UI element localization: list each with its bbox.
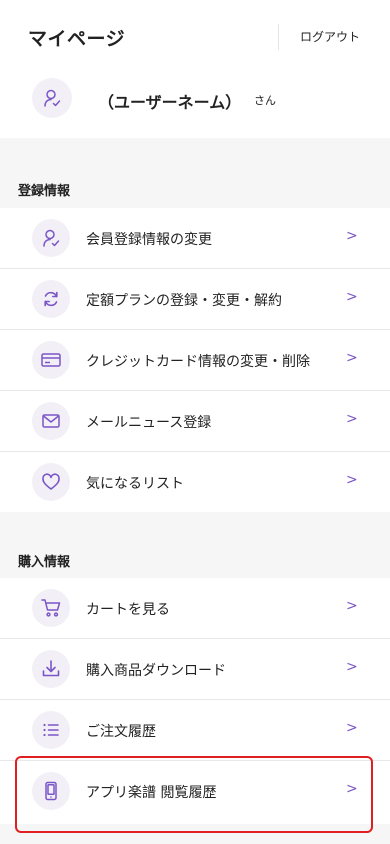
menu-item-credit-card[interactable]: クレジットカード情報の変更・削除 > — [0, 330, 390, 391]
chevron-right-icon: > — [346, 411, 358, 427]
header-divider — [278, 24, 279, 50]
heart-icon — [32, 463, 70, 501]
menu-item-label: 気になるリスト — [86, 476, 184, 492]
avatar — [32, 78, 72, 118]
credit-card-icon — [32, 341, 70, 379]
cart-icon — [32, 589, 70, 627]
user-name-suffix: さん — [254, 94, 276, 107]
chevron-right-icon: > — [346, 472, 358, 488]
menu-item-label: カートを見る — [86, 602, 170, 618]
menu-item-label: クレジットカード情報の変更・削除 — [86, 354, 310, 370]
section-title-registration: 登録情報 — [18, 184, 71, 199]
menu-item-label: 定額プランの登録・変更・解約 — [86, 293, 282, 309]
menu-item-member-info[interactable]: 会員登録情報の変更 > — [0, 208, 390, 269]
chevron-right-icon: > — [346, 659, 358, 675]
chevron-right-icon: > — [346, 350, 358, 366]
menu-item-label: ご注文履歴 — [86, 724, 156, 740]
page-title: マイページ — [28, 28, 126, 50]
chevron-right-icon: > — [346, 598, 358, 614]
section-title-purchase: 購入情報 — [18, 555, 71, 570]
header: マイページ ログアウト （ユーザーネーム） さん — [0, 0, 390, 138]
menu-item-label: 購入商品ダウンロード — [86, 663, 226, 679]
chevron-right-icon: > — [346, 720, 358, 736]
registration-list: 会員登録情報の変更 > 定額プランの登録・変更・解約 > クレジットカード情報の… — [0, 208, 390, 512]
download-icon — [32, 650, 70, 688]
menu-item-mail-news[interactable]: メールニュース登録 > — [0, 391, 390, 452]
user-icon — [32, 219, 70, 257]
menu-item-download[interactable]: 購入商品ダウンロード > — [0, 639, 390, 700]
list-icon — [32, 711, 70, 749]
chevron-right-icon: > — [346, 289, 358, 305]
menu-item-order-history[interactable]: ご注文履歴 > — [0, 700, 390, 761]
menu-item-label: メールニュース登録 — [86, 415, 212, 431]
menu-item-label: 会員登録情報の変更 — [86, 232, 212, 248]
menu-item-cart[interactable]: カートを見る > — [0, 578, 390, 639]
menu-item-subscription-plan[interactable]: 定額プランの登録・変更・解約 > — [0, 269, 390, 330]
refresh-icon — [32, 280, 70, 318]
menu-item-wishlist[interactable]: 気になるリスト > — [0, 452, 390, 512]
chevron-right-icon: > — [346, 228, 358, 244]
highlight-box — [15, 756, 373, 833]
user-icon — [44, 89, 61, 107]
user-name: （ユーザーネーム） — [98, 93, 242, 112]
logout-button[interactable]: ログアウト — [300, 28, 360, 45]
mail-icon — [32, 402, 70, 440]
